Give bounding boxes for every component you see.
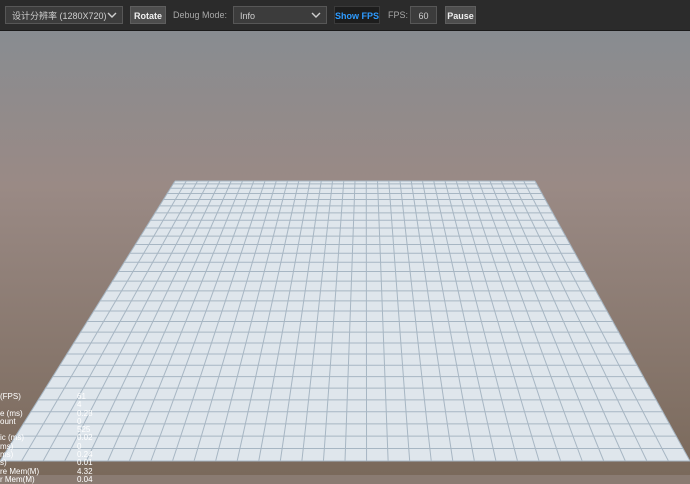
stat-row: ount0 — [0, 418, 110, 426]
stat-row: ic (ms)0.02 — [0, 434, 110, 442]
game-viewport[interactable]: (FPS)614e (ms)0.28ount0525ic (ms)0.02ms)… — [0, 31, 690, 475]
stat-row: ms)0 — [0, 443, 110, 451]
stat-row: r Mem(M) 0.04 — [0, 476, 110, 484]
debug-mode-label: Debug Mode: — [173, 6, 231, 24]
fps-label: FPS: — [388, 6, 410, 24]
chevron-down-icon — [310, 7, 322, 23]
resolution-select-value: 设计分辨率 (1280X720) — [12, 11, 107, 21]
stat-label: (FPS) — [0, 393, 21, 401]
show-fps-button[interactable]: Show FPS — [334, 6, 380, 24]
rotate-button[interactable]: Rotate — [130, 6, 166, 24]
pause-button[interactable]: Pause — [445, 6, 476, 24]
editor-toolbar: 设计分辨率 (1280X720) Rotate Debug Mode: Info… — [0, 0, 690, 31]
stat-label: r Mem(M) — [0, 476, 35, 484]
stat-row: ms)0.24 — [0, 451, 110, 459]
stat-label: ount — [0, 418, 16, 426]
stat-row: e (ms)0.28 — [0, 410, 110, 418]
debug-mode-select-value: Info — [240, 11, 255, 21]
stat-value: 0.04 — [77, 476, 93, 484]
chevron-down-icon — [106, 7, 118, 23]
debug-mode-select[interactable]: Info — [233, 6, 327, 24]
fps-input[interactable]: 60 — [410, 6, 437, 24]
debug-stats-panel: (FPS)614e (ms)0.28ount0525ic (ms)0.02ms)… — [0, 393, 110, 484]
stat-row: (FPS)61 — [0, 393, 110, 401]
resolution-select[interactable]: 设计分辨率 (1280X720) — [5, 6, 123, 24]
